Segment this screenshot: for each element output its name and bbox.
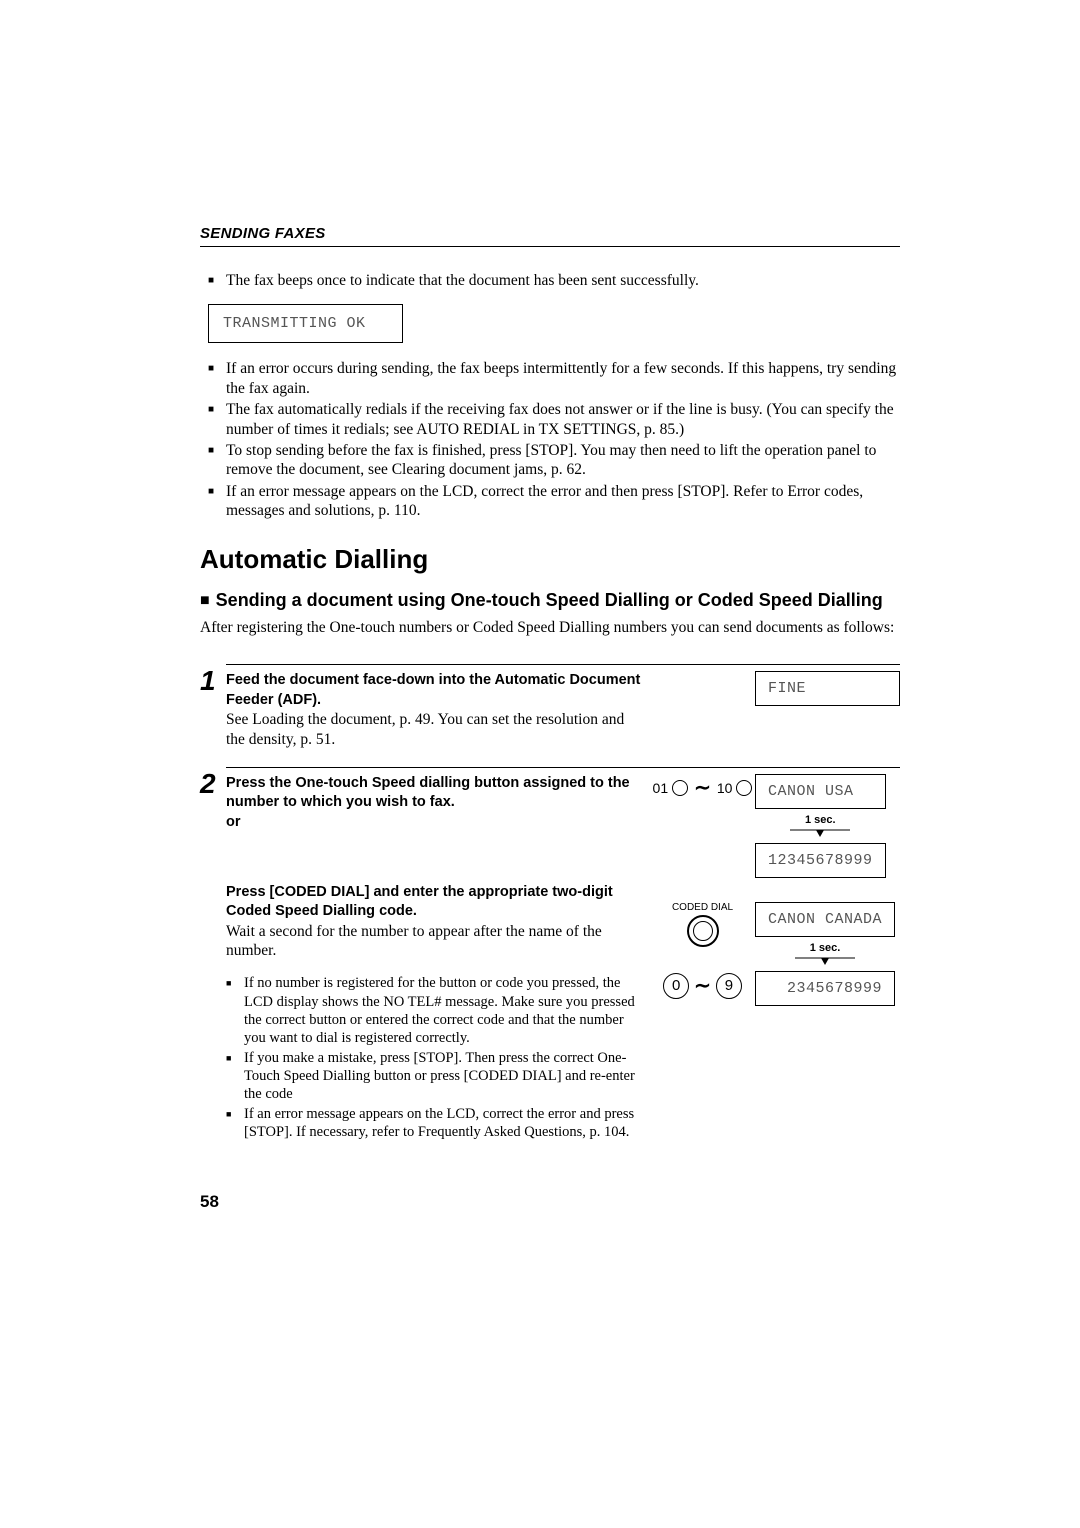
bullet-item: If an error message appears on the LCD, … (208, 482, 900, 521)
step-1: 1 Feed the document face-down into the A… (200, 664, 900, 749)
bullet-item: If no number is registered for the butto… (226, 974, 644, 1047)
coded-dial-button-icon (687, 915, 719, 947)
step-number: 1 (200, 667, 226, 695)
step-1-text: Feed the document face-down into the Aut… (226, 671, 644, 749)
bullet-item: If an error occurs during sending, the f… (208, 359, 900, 398)
heading-automatic-dialling: Automatic Dialling (200, 544, 900, 575)
bullet-item: To stop sending before the fax is finish… (208, 441, 900, 480)
divider (226, 767, 900, 768)
coded-dial-icon-col: CODED DIAL 0 ∼ 9 (660, 902, 745, 999)
lcd-display-name: CANON CANADA (755, 902, 895, 937)
button-circle-icon (736, 780, 752, 796)
step-2-text: Press the One-touch Speed dialling butto… (226, 774, 644, 1144)
delay-label: 1 sec. (755, 942, 895, 954)
down-arrow-icon (755, 828, 886, 838)
coded-dial-block: Press [CODED DIAL] and enter the appropr… (226, 883, 644, 1142)
page-number: 58 (200, 1192, 900, 1212)
step-number: 2 (200, 770, 226, 798)
coded-dial-rest: Wait a second for the number to appear a… (226, 923, 602, 959)
bullet-item: If you make a mistake, press [STOP]. The… (226, 1049, 644, 1103)
coded-dial-label: CODED DIAL (672, 902, 733, 913)
intro-bullet-list: The fax beeps once to indicate that the … (208, 271, 900, 290)
step-2-or: or (226, 813, 644, 833)
digit-button-icon: 9 (716, 973, 742, 999)
divider (226, 664, 900, 665)
down-arrow-icon (755, 956, 895, 966)
step-2: 2 Press the One-touch Speed dialling but… (200, 767, 900, 1144)
step-2-bullets: If no number is registered for the butto… (226, 974, 644, 1141)
step-1-right-col: FINE (660, 671, 900, 749)
bullet-item: The fax beeps once to indicate that the … (208, 271, 900, 290)
subheading: Sending a document using One-touch Speed… (216, 589, 883, 612)
square-bullet-icon: ■ (200, 591, 210, 610)
one-touch-range: 01 ∼ 10 (660, 774, 745, 796)
bullet-item: If an error message appears on the LCD, … (226, 1105, 644, 1141)
delay-label: 1 sec. (755, 814, 886, 826)
lcd-display-number: 2345678999 (755, 971, 895, 1006)
digit-range: 0 ∼ 9 (663, 973, 742, 999)
range-lo: 01 (653, 780, 669, 796)
button-circle-icon (672, 780, 688, 796)
coded-dial-bold: Press [CODED DIAL] and enter the appropr… (226, 883, 644, 922)
subheading-intro: After registering the One-touch numbers … (200, 618, 900, 638)
step-2-bold: Press the One-touch Speed dialling butto… (226, 774, 644, 813)
section-header: SENDING FAXES (200, 225, 900, 247)
lcd-display-name: CANON USA (755, 774, 886, 809)
range-hi: 10 (717, 780, 733, 796)
step-1-bold: Feed the document face-down into the Aut… (226, 671, 644, 710)
step-1-rest: See Loading the document, p. 49. You can… (226, 711, 624, 747)
step-2-right-col: 01 ∼ 10 CANON USA 1 sec. (660, 774, 900, 1144)
digit-button-icon: 0 (663, 973, 689, 999)
lcd-display-transmitting: TRANSMITTING OK (208, 304, 403, 343)
after-bullet-list: If an error occurs during sending, the f… (208, 359, 900, 520)
page: SENDING FAXES The fax beeps once to indi… (0, 0, 1080, 1292)
subheading-row: ■ Sending a document using One-touch Spe… (200, 589, 900, 612)
lcd-display-number: 12345678999 (755, 843, 886, 878)
bullet-item: The fax automatically redials if the rec… (208, 400, 900, 439)
lcd-display-fine: FINE (755, 671, 900, 706)
